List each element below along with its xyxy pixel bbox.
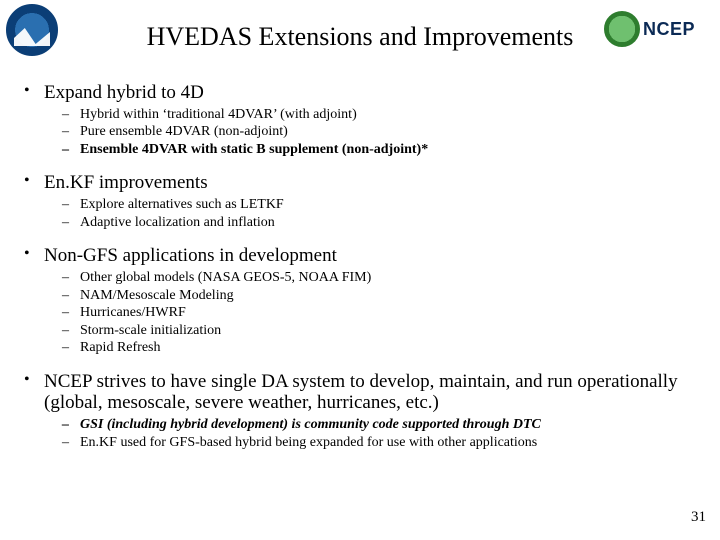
bullet-3-sub-4: Storm-scale initialization bbox=[44, 322, 710, 340]
bullet-1-sub-1: Hybrid within ‘traditional 4DVAR’ (with … bbox=[44, 106, 710, 124]
slide: HVEDAS Extensions and Improvements NCEP … bbox=[0, 0, 720, 540]
bullet-3-sub-2: NAM/Mesoscale Modeling bbox=[44, 287, 710, 305]
bullet-3-text: Non-GFS applications in development bbox=[44, 245, 337, 266]
bullet-4-sub-1: GSI (including hybrid development) is co… bbox=[44, 416, 710, 434]
bullet-1-text: Expand hybrid to 4D bbox=[44, 82, 204, 103]
slide-body: Expand hybrid to 4D Hybrid within ‘tradi… bbox=[0, 64, 720, 451]
ncep-logo-icon: NCEP bbox=[604, 10, 714, 48]
bullet-1-sub-2: Pure ensemble 4DVAR (non-adjoint) bbox=[44, 123, 710, 141]
bullet-4-text: NCEP strives to have single DA system to… bbox=[44, 371, 678, 414]
bullet-4-sub-2: En.KF used for GFS-based hybrid being ex… bbox=[44, 434, 710, 452]
ncep-label: NCEP bbox=[643, 19, 695, 40]
bullet-3: Non-GFS applications in development Othe… bbox=[10, 245, 710, 356]
bullet-1: Expand hybrid to 4D Hybrid within ‘tradi… bbox=[10, 82, 710, 158]
bullet-2-text: En.KF improvements bbox=[44, 172, 208, 193]
noaa-logo-icon bbox=[6, 4, 58, 56]
page-number: 31 bbox=[691, 509, 706, 526]
bullet-3-sub-5: Rapid Refresh bbox=[44, 339, 710, 357]
bullet-3-sub-1: Other global models (NASA GEOS-5, NOAA F… bbox=[44, 269, 710, 287]
header: HVEDAS Extensions and Improvements NCEP bbox=[0, 0, 720, 64]
bullet-2-sub-1: Explore alternatives such as LETKF bbox=[44, 196, 710, 214]
bullet-1-sub-3: Ensemble 4DVAR with static B supplement … bbox=[44, 141, 710, 159]
bullet-4: NCEP strives to have single DA system to… bbox=[10, 371, 710, 452]
bullet-2-sub-2: Adaptive localization and inflation bbox=[44, 214, 710, 232]
bullet-2: En.KF improvements Explore alternatives … bbox=[10, 172, 710, 231]
bullet-3-sub-3: Hurricanes/HWRF bbox=[44, 304, 710, 322]
